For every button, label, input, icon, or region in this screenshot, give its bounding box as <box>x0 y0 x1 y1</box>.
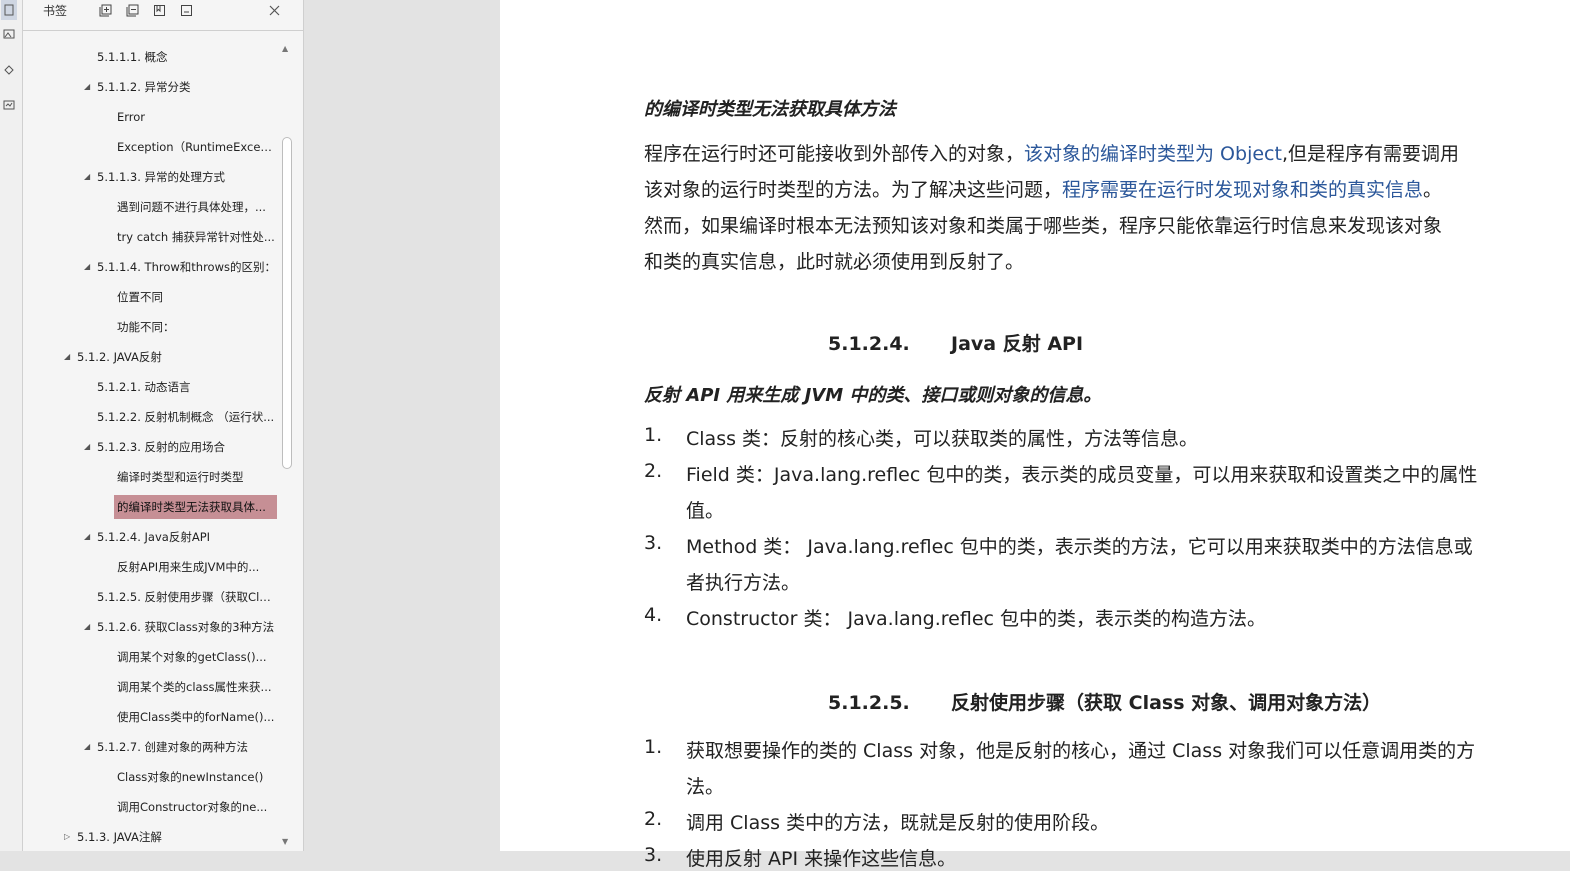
paragraph-line: 该对象的运行时类型的方法。为了解决这些问题，程序需要在运行时发现对象和类的真实信… <box>644 175 1442 202</box>
bookmark-item[interactable]: 5.1.1.1. 概念 <box>94 45 277 69</box>
highlighted-text: 该对象的编译时类型为 Object <box>1024 143 1282 165</box>
bookmark-item[interactable]: 遇到问题不进行具体处理，... <box>114 195 277 219</box>
collapse-toggle-icon[interactable]: ◢ <box>84 75 90 99</box>
paragraph-line: 和类的真实信息，此时就必须使用到反射了。 <box>644 247 1024 274</box>
list-number: 2. <box>644 808 663 830</box>
bookmark-item[interactable]: 调用某个对象的getClass()... <box>114 645 277 669</box>
bookmark-item[interactable]: 5.1.2.4. Java反射API <box>94 525 277 549</box>
bookmark-panel-icon[interactable] <box>1 0 17 20</box>
add-bookmark-icon[interactable] <box>151 2 167 18</box>
bookmark-item[interactable]: 5.1.2.1. 动态语言 <box>94 375 277 399</box>
bookmark-item[interactable]: 5.1.1.2. 异常分类 <box>94 75 277 99</box>
collapse-toggle-icon[interactable]: ◢ <box>84 255 90 279</box>
bookmark-item[interactable]: 5.1.1.4. Throw和throws的区别： <box>94 255 277 279</box>
heading-text: 反射使用步骤（获取 Class 对象、调用对象方法） <box>951 692 1382 714</box>
document-page: 的编译时类型无法获取具体方法 程序在运行时还可能接收到外部传入的对象，该对象的编… <box>500 0 1570 870</box>
list-item-text: 获取想要操作的类的 Class 对象，他是反射的核心，通过 Class 对象我们… <box>686 740 1476 762</box>
page-gutter <box>304 0 500 851</box>
paragraph-line: 然而，如果编译时根本无法预知该对象和类属于哪些类，程序只能依靠运行时信息来发现该… <box>644 211 1442 238</box>
bookmark-panel-header: 书签 <box>23 0 303 31</box>
bookmark-tree: 5.1.1.1. 概念 ◢ 5.1.1.2. 异常分类 Error Exception（… <box>23 42 280 851</box>
list-item-text: Method 类： Java.lang.reflec 包中的类，表示类的方法，它… <box>686 536 1473 558</box>
close-icon[interactable] <box>266 2 282 18</box>
comment-panel-icon[interactable] <box>1 95 17 115</box>
bookmark-item[interactable]: 的编译时类型无法获取具体... <box>114 495 277 519</box>
text-run: 该对象的运行时类型的方法。为了解决这些问题， <box>644 179 1063 201</box>
left-tool-strip <box>0 0 23 851</box>
paragraph-line: 程序在运行时还可能接收到外部传入的对象，该对象的编译时类型为 Object,但是… <box>644 139 1459 166</box>
list-item-text: 值。 <box>686 500 725 522</box>
bookmark-item[interactable]: Class对象的newInstance() <box>114 765 277 789</box>
bookmark-item[interactable]: 调用Constructor对象的ne... <box>114 795 277 819</box>
bookmark-panel-title: 书签 <box>43 4 68 18</box>
list-number: 2. <box>644 460 663 482</box>
bookmark-item[interactable]: 5.1.1.3. 异常的处理方式 <box>94 165 277 189</box>
list-item-text: Constructor 类： Java.lang.reflec 包中的类，表示类… <box>686 608 1267 630</box>
bookmark-item[interactable]: 功能不同： <box>114 315 277 339</box>
collapse-toggle-icon[interactable]: ◢ <box>64 345 70 369</box>
bookmark-scrollbar[interactable]: ▲ ▼ <box>280 42 294 851</box>
text-run: 程序在运行时还可能接收到外部传入的对象， <box>644 143 1025 165</box>
collapse-toggle-icon[interactable]: ◢ <box>84 615 90 639</box>
heading-number: 5.1.2.4. <box>828 333 910 355</box>
bookmark-item[interactable]: 5.1.2.7. 创建对象的两种方法 <box>94 735 277 759</box>
heading-number: 5.1.2.5. <box>828 692 910 714</box>
text-run: 然而，如果编译时根本无法预知该对象和类属于哪些类，程序只能依靠运行时信息来发现该… <box>644 215 1443 237</box>
bookmark-item[interactable]: 使用Class类中的forName()... <box>114 705 277 729</box>
scroll-down-arrow-icon[interactable]: ▼ <box>282 837 288 846</box>
collapse-toggle-icon[interactable]: ◢ <box>84 735 90 759</box>
bookmark-item[interactable]: 反射API用来生成JVM中的... <box>114 555 277 579</box>
bookmark-item[interactable]: 5.1.2.3. 反射的应用场合 <box>94 435 277 459</box>
expand-all-icon[interactable] <box>97 2 113 18</box>
bookmark-item[interactable]: 5.1.3. JAVA注解 <box>74 825 277 849</box>
bookmark-item[interactable]: 5.1.2.5. 反射使用步骤（获取Cla... <box>94 585 277 609</box>
list-item-text: 使用反射 API 来操作这些信息。 <box>686 848 957 870</box>
scroll-up-arrow-icon[interactable]: ▲ <box>282 44 288 53</box>
bookmark-item[interactable]: Error <box>114 105 277 129</box>
collapse-toggle-icon[interactable]: ◢ <box>84 165 90 189</box>
bookmark-options-icon[interactable] <box>178 2 194 18</box>
list-number: 1. <box>644 424 663 446</box>
list-item-text: 法。 <box>686 776 725 798</box>
attachment-panel-icon[interactable] <box>1 59 17 79</box>
list-number: 1. <box>644 736 663 758</box>
text-run: 。 <box>1423 179 1443 201</box>
bookmark-item[interactable]: Exception（RuntimeExcep... <box>114 135 277 159</box>
list-item-text: Field 类：Java.lang.reflec 包中的类，表示类的成员变量，可… <box>686 464 1478 486</box>
list-number: 4. <box>644 604 663 626</box>
collapse-toggle-icon[interactable]: ◢ <box>84 435 90 459</box>
expand-toggle-icon[interactable]: ▷ <box>64 825 70 849</box>
list-number: 3. <box>644 532 663 554</box>
list-item-text: 调用 Class 类中的方法，既就是反射的使用阶段。 <box>686 812 1110 834</box>
heading-text: Java 反射 API <box>951 333 1084 355</box>
list-number: 3. <box>644 844 663 866</box>
highlighted-text: 程序需要在运行时发现对象和类的真实信息 <box>1062 179 1424 201</box>
list-item-text: Class 类：反射的核心类，可以获取类的属性，方法等信息。 <box>686 428 1199 450</box>
collapse-all-icon[interactable] <box>124 2 140 18</box>
bookmark-item[interactable]: 5.1.2.6. 获取Class对象的3种方法 <box>94 615 277 639</box>
bookmark-panel: 书签 5.1.1.1. 概念 ◢ 5.1.1.2. 异常分类 Error Excepti… <box>23 0 304 851</box>
subheading-compile-time: 的编译时类型无法获取具体方法 <box>644 99 896 120</box>
scrollbar-thumb[interactable] <box>282 137 292 469</box>
bookmark-item[interactable]: 5.1.2. JAVA反射 <box>74 345 277 369</box>
subheading-reflection-api: 反射 API 用来生成 JVM 中的类、接口或则对象的信息。 <box>644 385 1102 406</box>
bookmark-item[interactable]: try catch 捕获异常针对性处... <box>114 225 277 249</box>
thumbnail-panel-icon[interactable] <box>1 24 17 44</box>
text-run: 和类的真实信息，此时就必须使用到反射了。 <box>644 251 1025 273</box>
bookmark-item[interactable]: 5.1.2.2. 反射机制概念 （运行状... <box>94 405 277 429</box>
bookmark-item[interactable]: 编译时类型和运行时类型 <box>114 465 277 489</box>
collapse-toggle-icon[interactable]: ◢ <box>84 525 90 549</box>
list-item-text: 者执行方法。 <box>686 572 801 594</box>
heading-5-1-2-4: 5.1.2.4. Java 反射 API <box>828 329 1083 356</box>
bookmark-item[interactable]: 位置不同 <box>114 285 277 309</box>
text-run: ,但是程序有需要调用 <box>1281 143 1459 165</box>
heading-5-1-2-5: 5.1.2.5. 反射使用步骤（获取 Class 对象、调用对象方法） <box>828 688 1381 715</box>
bookmark-item[interactable]: 调用某个类的class属性来获... <box>114 675 277 699</box>
